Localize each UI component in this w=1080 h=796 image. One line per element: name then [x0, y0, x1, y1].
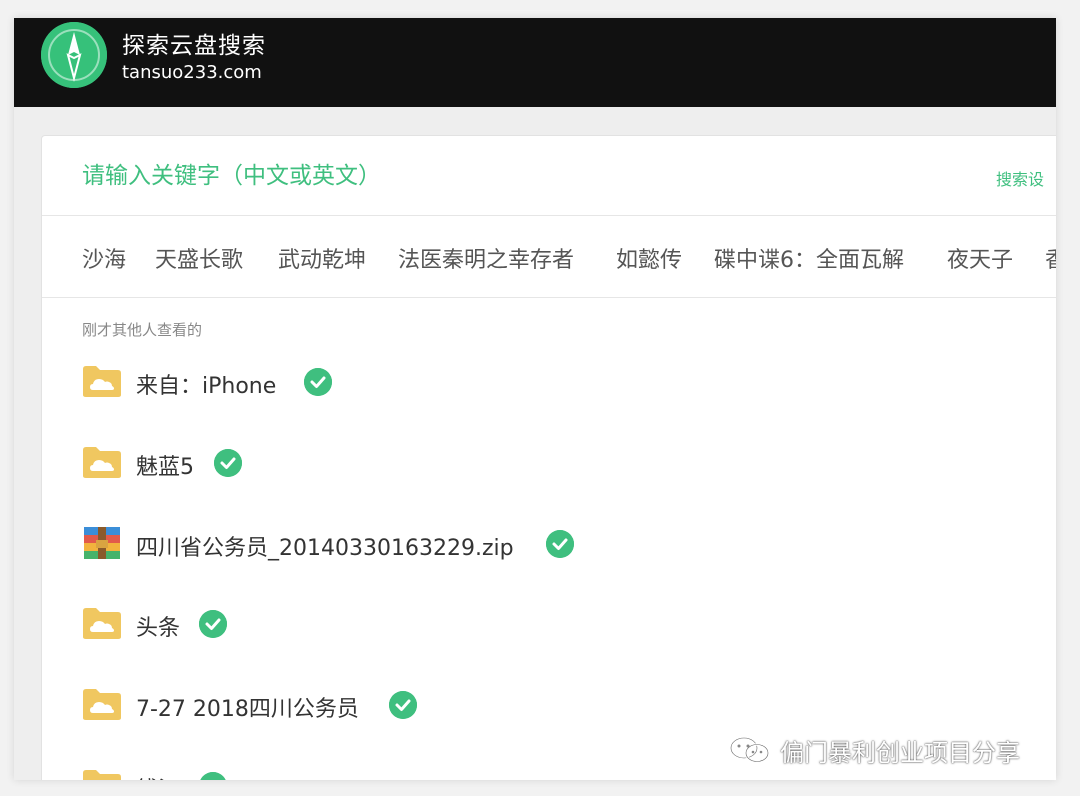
- folder-icon: [82, 364, 122, 398]
- site-name[interactable]: 探索云盘搜索: [122, 26, 266, 60]
- verified-check-icon: [546, 530, 574, 558]
- search-panel: 搜索设 沙海 天盛长歌 武动乾坤 法医秦明之幸存者 如懿传 碟中谍6：全面瓦解 …: [41, 135, 1056, 780]
- screenshot-frame: 探索云盘搜索 tansuo233.com 搜索设 沙海 天盛长歌 武动乾坤 法医…: [14, 18, 1056, 780]
- file-name[interactable]: 来自：iPhone: [136, 368, 276, 400]
- folder-icon: [82, 606, 122, 640]
- file-name[interactable]: 头条: [136, 610, 180, 642]
- zip-archive-icon: [82, 526, 122, 560]
- hot-tag[interactable]: 碟中谍6：全面瓦解: [714, 242, 904, 274]
- folder-icon: [82, 445, 122, 479]
- list-item[interactable]: 头条: [82, 604, 982, 644]
- folder-icon: [82, 768, 122, 780]
- verified-check-icon: [214, 449, 242, 477]
- verified-check-icon: [304, 368, 332, 396]
- list-item[interactable]: 魅蓝5: [82, 443, 982, 483]
- search-input[interactable]: [82, 158, 782, 194]
- verified-check-icon: [199, 610, 227, 638]
- search-settings-link[interactable]: 搜索设: [996, 166, 1044, 190]
- file-name[interactable]: 魅蓝5: [136, 449, 194, 481]
- site-header: 探索云盘搜索 tansuo233.com: [14, 18, 1056, 107]
- list-item[interactable]: 四川省公务员_20140330163229.zip: [82, 524, 982, 564]
- folder-icon: [82, 687, 122, 721]
- list-item[interactable]: 来自：iPhone: [82, 362, 982, 402]
- hot-tag[interactable]: 如懿传: [616, 242, 682, 274]
- hot-tag[interactable]: 夜天子: [947, 242, 1013, 274]
- wechat-icon: [728, 736, 772, 764]
- hot-tag[interactable]: 天盛长歌: [155, 242, 243, 274]
- site-domain: tansuo233.com: [122, 62, 262, 83]
- list-item[interactable]: 7-27 2018四川公务员: [82, 685, 982, 725]
- hot-tag[interactable]: 沙海: [82, 242, 126, 274]
- file-name[interactable]: 7-27 2018四川公务员: [136, 691, 359, 723]
- recent-section-title: 刚才其他人查看的: [82, 321, 203, 339]
- hot-tag[interactable]: 武动乾坤: [278, 242, 366, 274]
- hot-tags-bar: 沙海 天盛长歌 武动乾坤 法医秦明之幸存者 如懿传 碟中谍6：全面瓦解 夜天子 …: [42, 216, 1056, 298]
- verified-check-icon: [389, 691, 417, 719]
- search-bar: 搜索设: [42, 136, 1056, 216]
- hot-tag[interactable]: 香: [1045, 242, 1056, 274]
- list-item[interactable]: 錢江: [82, 766, 982, 780]
- hot-tag[interactable]: 法医秦明之幸存者: [398, 242, 574, 274]
- wechat-watermark: 偏门暴利创业项目分享: [728, 733, 1020, 767]
- compass-logo-icon[interactable]: [41, 22, 107, 88]
- file-name[interactable]: 四川省公务员_20140330163229.zip: [136, 530, 514, 562]
- verified-check-icon: [199, 772, 227, 780]
- watermark-text: 偏门暴利创业项目分享: [780, 738, 1020, 767]
- file-name[interactable]: 錢江: [136, 772, 180, 780]
